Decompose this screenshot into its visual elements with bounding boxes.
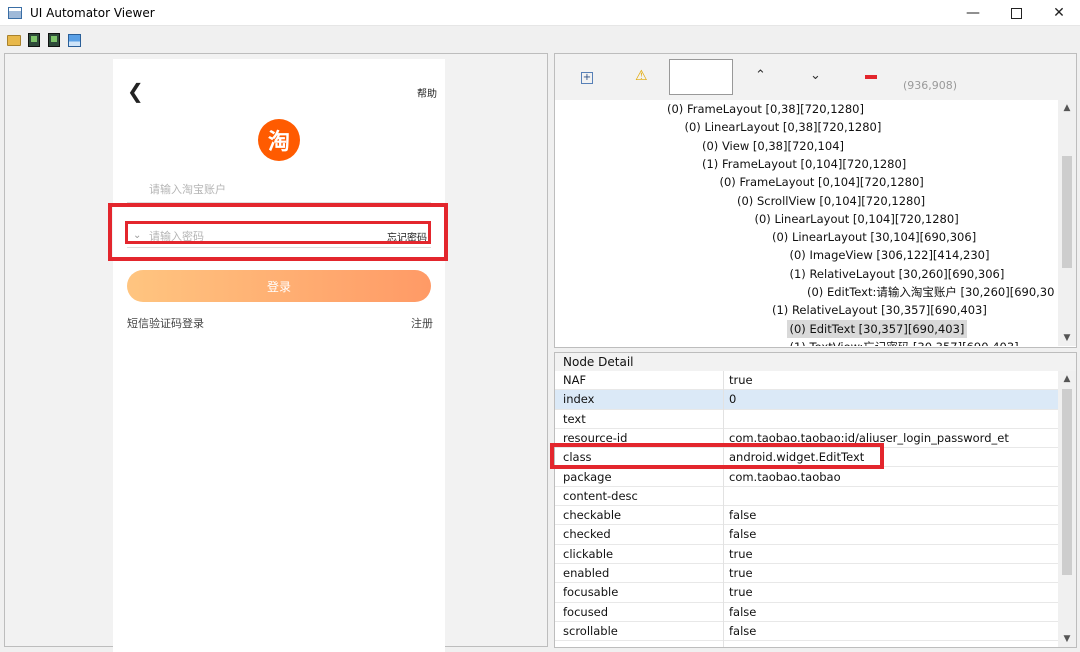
screenshot-pane: ❮ 帮助 淘 请输入淘宝账户 ⌄ 请输入密码 忘记密码 登录 短信验证码登录 注… (4, 53, 548, 652)
property-key: checkable (563, 508, 622, 523)
hierarchy-tree[interactable]: (0) FrameLayout [0,38][720,1280] (0) Line… (555, 100, 1055, 346)
open-folder-icon[interactable] (6, 32, 22, 48)
login-button[interactable]: 登录 (127, 270, 431, 302)
scroll-thumb[interactable] (1062, 156, 1072, 268)
sms-login-link[interactable]: 短信验证码登录 (127, 315, 204, 331)
tree-node[interactable]: (1) FrameLayout [0,104][720,1280] (702, 155, 906, 173)
title-bar: UI Automator Viewer — ✕ (0, 0, 1080, 26)
highlight-class-row-box (550, 443, 884, 469)
property-row[interactable]: enabled true (555, 564, 1058, 584)
main-toolbar (0, 29, 1080, 51)
tree-node[interactable]: (1) TextView:忘记密码 [30,357][690,403] (790, 338, 1019, 346)
account-input[interactable]: 请输入淘宝账户 (127, 177, 431, 203)
property-value[interactable]: true (729, 564, 753, 583)
tree-node[interactable]: (0) EditText [30,357][690,403] (786, 319, 968, 338)
node-detail-header: Node Detail (555, 353, 1076, 371)
tree-scrollbar[interactable]: ▲ ▼ (1058, 100, 1076, 346)
property-value[interactable]: true (729, 545, 753, 564)
property-key: content-desc (563, 488, 638, 503)
tree-node[interactable]: (1) RelativeLayout [30,260][690,306] (790, 265, 1005, 283)
property-key: clickable (563, 546, 614, 561)
tree-node[interactable]: (0) View [0,38][720,104] (702, 137, 844, 155)
property-value[interactable]: true (729, 583, 753, 602)
node-detail-table[interactable]: NAF true index 0 text resource-id com.taobao.t… (555, 371, 1058, 647)
property-value[interactable]: false (729, 525, 756, 544)
property-key: focusable (563, 585, 619, 600)
warning-icon[interactable]: ⚠ (635, 68, 648, 84)
column-divider[interactable] (723, 371, 724, 647)
hierarchy-toolbar: + ⚠ ⌃ ⌄ (936,908) (555, 54, 1076, 100)
tree-node[interactable]: (0) LinearLayout [0,38][720,1280] (685, 118, 882, 136)
property-key: focused (563, 604, 609, 619)
property-row[interactable]: NAF true (555, 371, 1058, 391)
clear-icon[interactable] (865, 75, 877, 79)
property-value[interactable]: com.taobao.taobao (729, 468, 841, 487)
chevron-up-icon[interactable]: ⌃ (755, 68, 766, 83)
close-button[interactable]: ✕ (1036, 0, 1080, 26)
expand-all-icon[interactable]: + (581, 72, 593, 84)
property-row[interactable]: focused false (555, 603, 1058, 622)
property-key: text (563, 411, 586, 426)
save-icon[interactable] (66, 32, 82, 48)
taobao-logo: 淘 (258, 119, 300, 161)
scroll-up-icon[interactable]: ▲ (1058, 371, 1076, 387)
scroll-thumb[interactable] (1062, 389, 1072, 575)
scroll-up-icon[interactable]: ▲ (1058, 100, 1076, 116)
device-screen[interactable]: ❮ 帮助 淘 请输入淘宝账户 ⌄ 请输入密码 忘记密码 登录 短信验证码登录 注… (113, 59, 445, 652)
property-row[interactable]: focusable true (555, 583, 1058, 603)
detail-scrollbar[interactable]: ▲ ▼ (1058, 371, 1076, 647)
property-row[interactable]: scrollable false (555, 622, 1058, 642)
hierarchy-pane: + ⚠ ⌃ ⌄ (936,908) (0) FrameLayout [0,38]… (554, 53, 1077, 348)
property-row[interactable]: package com.taobao.taobao (555, 468, 1058, 487)
maximize-button[interactable] (993, 0, 1039, 26)
device-screenshot-compressed-icon[interactable] (46, 32, 62, 48)
tree-node[interactable]: (0) EditText:请输入淘宝账户 [30,260][690,306] (807, 283, 1055, 301)
property-row[interactable]: checkable false (555, 506, 1058, 526)
tree-node[interactable]: (0) LinearLayout [30,104][690,306] (772, 228, 976, 246)
app-icon (8, 6, 22, 19)
minimize-button[interactable]: — (950, 0, 996, 26)
property-value[interactable]: false (729, 506, 756, 525)
tree-node[interactable]: (1) RelativeLayout [30,357][690,403] (772, 301, 987, 319)
tree-node[interactable]: (0) ScrollView [0,104][720,1280] (737, 192, 925, 210)
tree-node[interactable]: (0) LinearLayout [0,104][720,1280] (755, 210, 959, 228)
tree-node[interactable]: (0) FrameLayout [0,104][720,1280] (720, 173, 924, 191)
property-value[interactable]: 0 (729, 390, 736, 409)
node-detail-pane: Node Detail NAF true index 0 text resource-id… (554, 352, 1077, 648)
property-value[interactable]: false (729, 603, 756, 622)
scroll-down-icon[interactable]: ▼ (1058, 631, 1076, 647)
help-link[interactable]: 帮助 (417, 85, 437, 100)
property-key: index (563, 392, 595, 407)
coordinates-readout: (936,908) (903, 79, 958, 92)
scroll-down-icon[interactable]: ▼ (1058, 330, 1076, 346)
maximize-icon (1010, 7, 1022, 19)
property-key: package (563, 469, 612, 484)
property-key: NAF (563, 373, 587, 387)
property-value[interactable]: false (729, 622, 756, 641)
selected-node-preview (669, 59, 733, 95)
highlight-selected-node-box (125, 221, 431, 244)
property-row[interactable]: index 0 (555, 390, 1058, 410)
property-key: checked (563, 527, 611, 542)
property-key: enabled (563, 566, 610, 580)
property-row[interactable]: checked false (555, 525, 1058, 545)
property-row[interactable]: text (555, 410, 1058, 429)
tree-node[interactable]: (0) ImageView [306,122][414,230] (790, 246, 990, 264)
chevron-down-icon[interactable]: ⌄ (810, 68, 821, 83)
property-value[interactable]: true (729, 371, 753, 390)
device-screenshot-icon[interactable] (26, 32, 42, 48)
back-arrow-icon[interactable]: ❮ (127, 81, 144, 101)
property-row[interactable]: clickable true (555, 545, 1058, 564)
tree-node[interactable]: (0) FrameLayout [0,38][720,1280] (667, 100, 864, 118)
property-key: scrollable (563, 623, 618, 638)
window-title: UI Automator Viewer (30, 5, 155, 20)
register-link[interactable]: 注册 (411, 315, 433, 331)
property-row[interactable]: content-desc (555, 487, 1058, 507)
account-placeholder: 请输入淘宝账户 (149, 183, 226, 196)
